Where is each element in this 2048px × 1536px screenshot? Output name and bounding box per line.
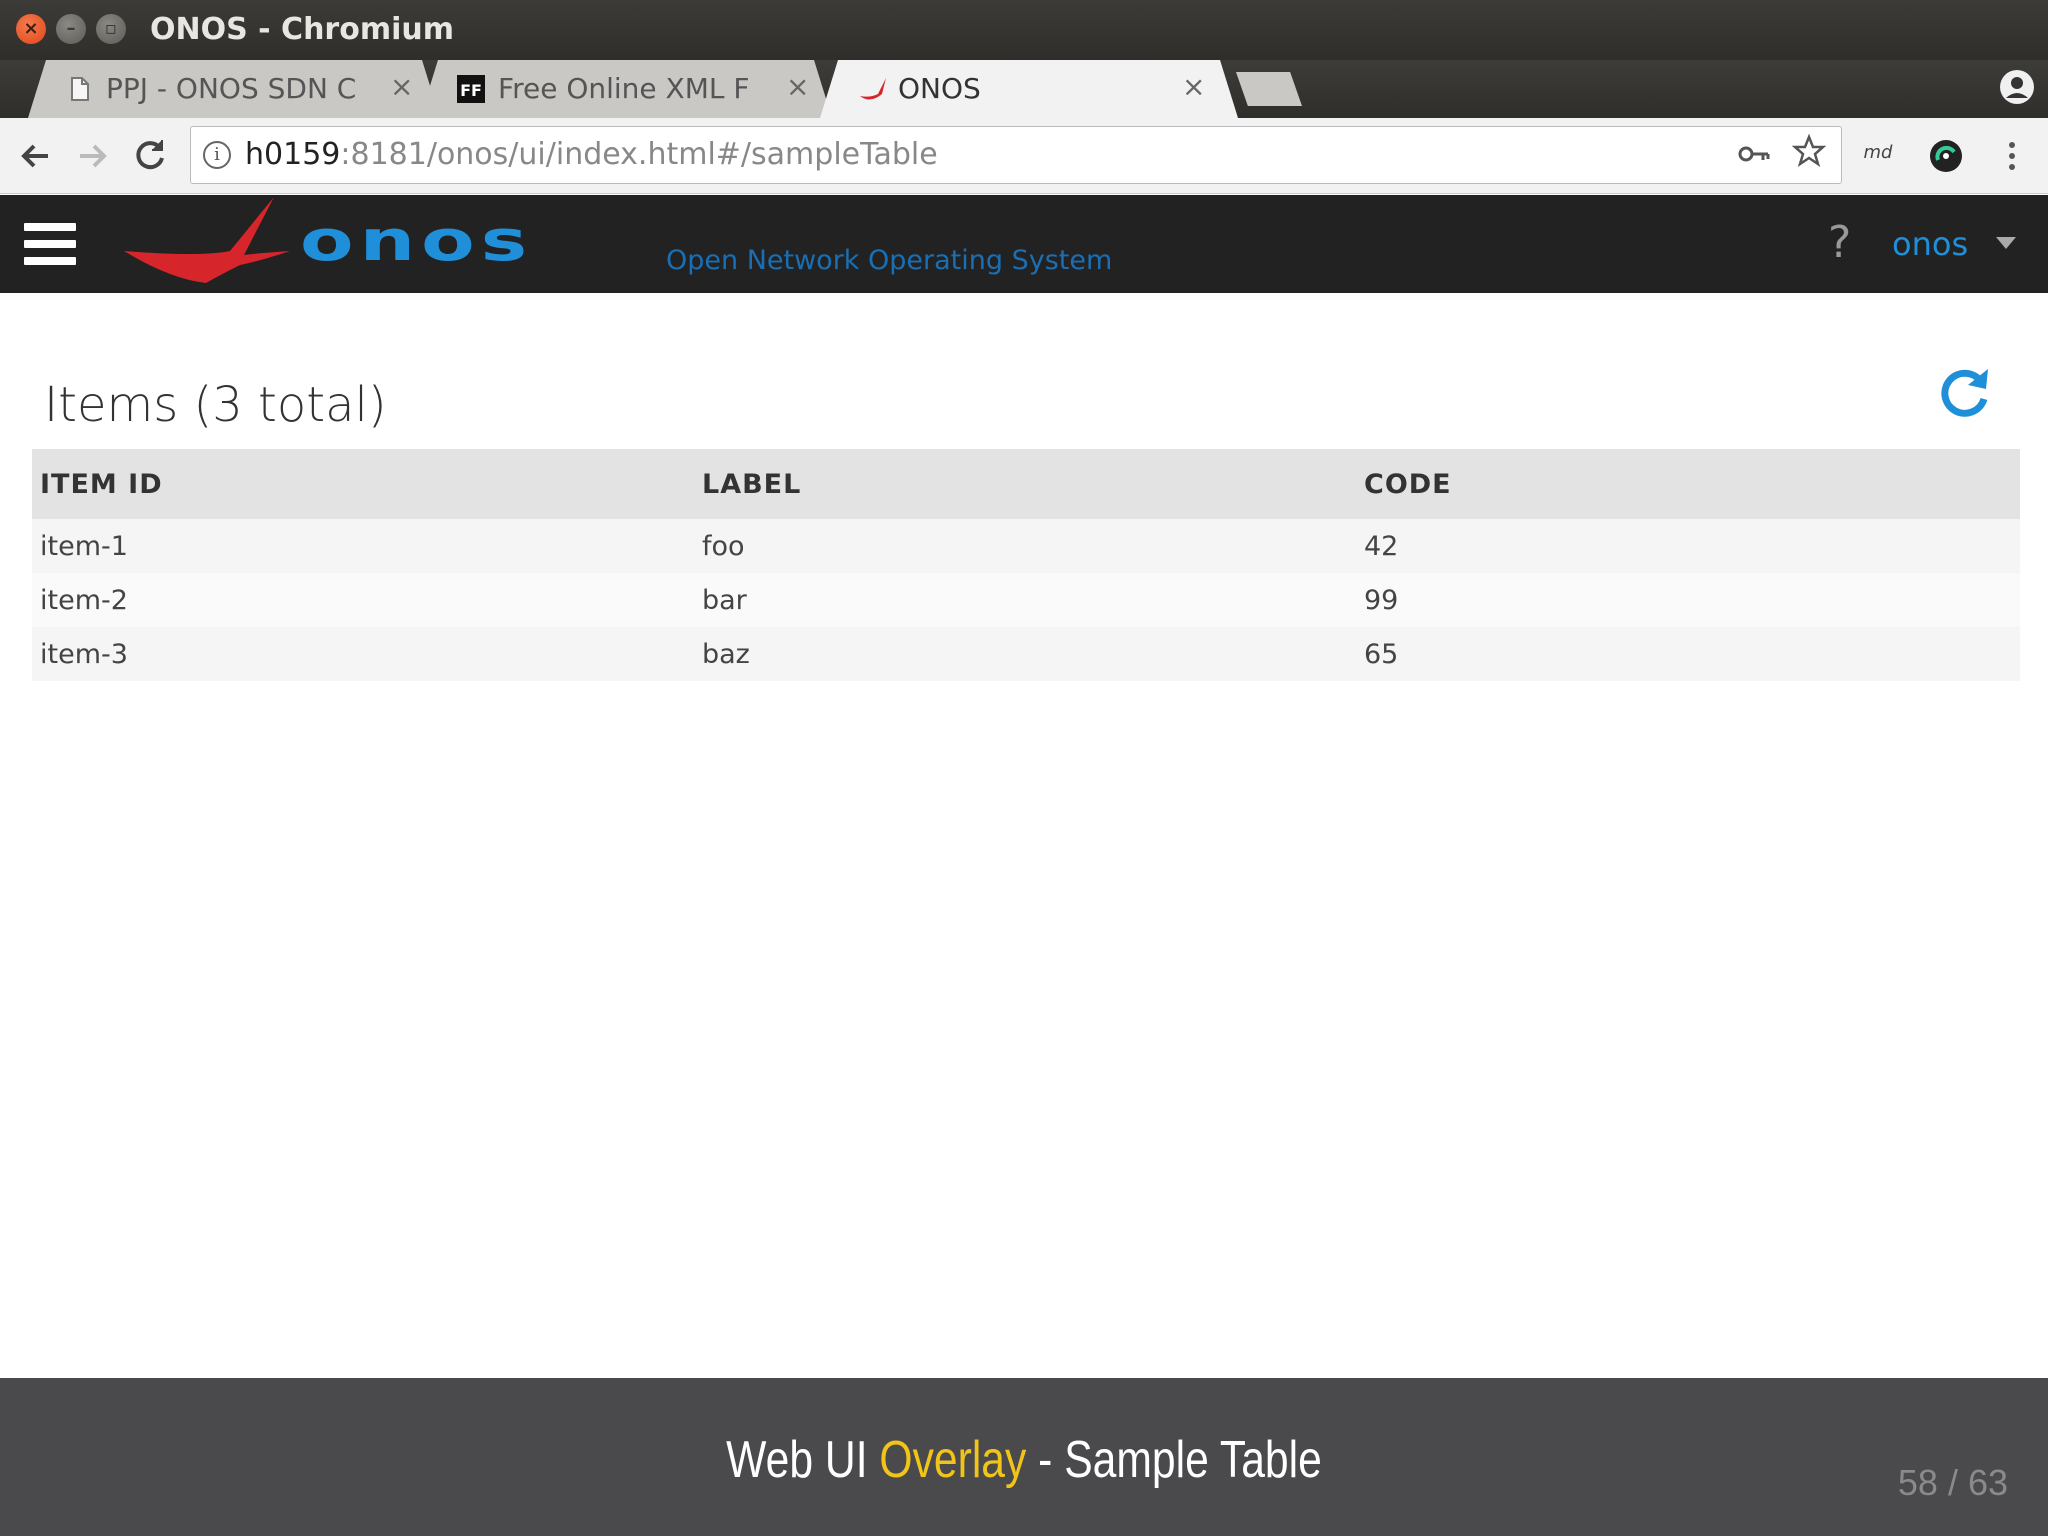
window-close-button[interactable]: × [16,14,46,44]
tab-label: Free Online XML F [498,72,750,105]
profile-icon[interactable] [2000,70,2034,104]
main-content: Items (3 total) ITEM ID LABEL CODE item-… [0,293,2048,1378]
tab-close-icon[interactable]: × [786,70,809,103]
tab-ppj[interactable]: PPJ - ONOS SDN C × [28,60,440,118]
table-row[interactable]: item-3 baz 65 [32,627,2020,681]
minimize-icon: – [66,18,76,39]
cell-item-id: item-1 [40,531,128,562]
cell-label: foo [702,531,745,562]
slide-footer: Web UI Overlay - Sample Table 58 / 63 [0,1378,2048,1536]
cell-code: 42 [1364,531,1399,562]
slide-page-number: 58 / 63 [1897,1462,2008,1503]
table-row[interactable]: item-1 foo 42 [32,519,2020,573]
slide-title-post: - Sample Table [1026,1431,1322,1489]
column-header-code[interactable]: CODE [1364,469,1452,500]
cell-code: 65 [1364,639,1399,670]
window-minimize-button[interactable]: – [56,14,86,44]
tab-close-icon[interactable]: × [1182,70,1205,103]
url-text: h0159:8181/onos/ui/index.html#/sampleTab… [245,137,938,172]
tab-xml-formatter[interactable]: FF Free Online XML F × [420,60,832,118]
slide-title: Web UI Overlay - Sample Table [184,1430,1863,1490]
cell-item-id: item-2 [40,585,128,616]
tab-close-icon[interactable]: × [390,70,413,103]
url-host: h0159 [245,137,341,172]
back-arrow-icon[interactable] [14,134,58,178]
close-icon: × [23,18,39,39]
sample-table: ITEM ID LABEL CODE item-1 foo 42 item-2 … [32,449,2020,681]
tab-label: PPJ - ONOS SDN C [106,72,357,105]
onos-logo-text: onos [300,209,534,274]
url-path: :8181/onos/ui/index.html#/sampleTable [340,137,938,172]
user-menu[interactable]: onos [1892,225,1968,263]
maximize-icon: ▫ [104,18,118,39]
column-header-label[interactable]: LABEL [702,469,801,500]
address-bar[interactable]: i h0159:8181/onos/ui/index.html#/sampleT… [190,126,1842,184]
bookmark-star-icon[interactable] [1791,133,1827,169]
markdown-extension-icon[interactable]: md [1860,142,1896,172]
hamburger-menu-icon[interactable] [24,223,76,265]
onos-bird-logo-icon [124,197,290,283]
onos-favicon-icon [860,78,886,100]
cell-item-id: item-3 [40,639,128,670]
tab-onos[interactable]: ONOS × [820,60,1238,118]
forward-arrow-icon[interactable] [70,134,114,178]
slide-title-pre: Web UI [726,1431,880,1489]
chevron-down-icon[interactable] [1996,237,2016,249]
cell-label: baz [702,639,750,670]
key-icon[interactable] [1737,137,1771,171]
window-titlebar: × – ▫ ONOS - Chromium [0,0,2048,60]
info-icon[interactable]: i [203,141,231,169]
new-tab-button[interactable] [1236,72,1302,106]
ff-favicon-icon: FF [457,75,485,103]
slide-title-highlight: Overlay [879,1431,1027,1489]
table-row[interactable]: item-2 bar 99 [32,573,2020,627]
help-icon[interactable]: ? [1828,217,1851,268]
table-header: ITEM ID LABEL CODE [32,449,2020,519]
refresh-icon[interactable] [1932,361,1996,425]
tab-strip: PPJ - ONOS SDN C × FF Free Online XML F … [0,60,2048,118]
cell-label: bar [702,585,747,616]
svg-text:FF: FF [460,81,482,100]
window-title: ONOS - Chromium [150,12,454,47]
tab-label: ONOS [898,72,981,105]
window-maximize-button[interactable]: ▫ [96,14,126,44]
browser-toolbar: i h0159:8181/onos/ui/index.html#/sampleT… [0,118,2048,194]
document-icon [71,77,89,101]
column-header-item-id[interactable]: ITEM ID [40,469,163,500]
reload-icon[interactable] [128,134,172,178]
cell-code: 99 [1364,585,1399,616]
onos-logo-subtitle: Open Network Operating System [666,245,1113,276]
page-title: Items (3 total) [44,377,387,433]
extension-gauge-icon[interactable] [1928,138,1964,174]
onos-masthead: onos Open Network Operating System ? ono… [0,195,2048,293]
menu-dots-icon[interactable] [2000,138,2024,174]
